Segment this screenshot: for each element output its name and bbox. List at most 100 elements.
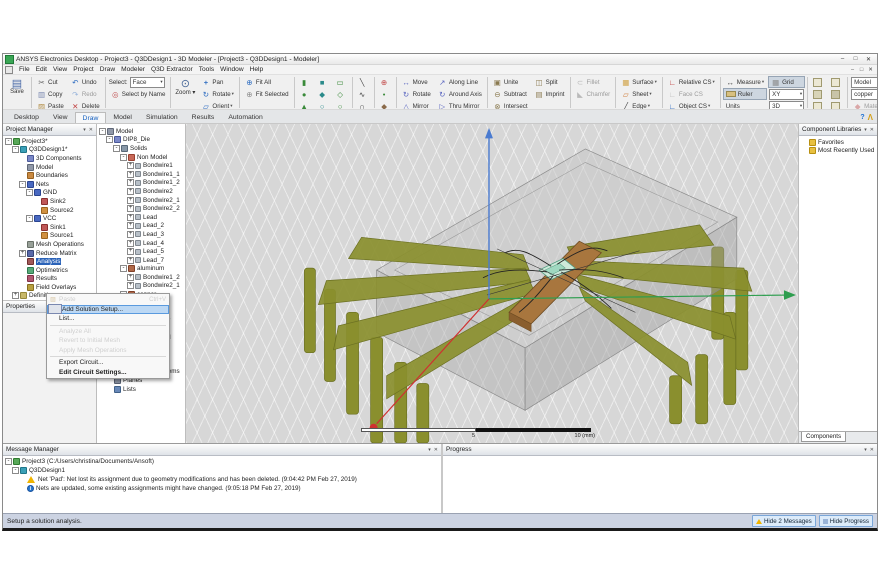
expand-icon[interactable]: + bbox=[127, 256, 134, 264]
project-tree-item[interactable]: - Q3DDesign1* bbox=[3, 146, 96, 155]
unite-button[interactable]: Unite bbox=[490, 76, 531, 88]
draw-torus-button[interactable] bbox=[315, 88, 332, 100]
panel-menu-icon[interactable]: ▾ bbox=[864, 447, 867, 453]
message-item[interactable]: - Project3 (C:/Users/christina/Documents/… bbox=[3, 457, 441, 466]
collapse-icon[interactable]: - bbox=[5, 458, 12, 465]
redo-button[interactable]: Redo bbox=[68, 88, 103, 100]
edit-circuit-settings-menu-item[interactable]: Edit Circuit Settings... bbox=[47, 368, 169, 378]
chamfer-button[interactable]: Chamfer bbox=[573, 88, 614, 100]
menu-modeler[interactable]: Modeler bbox=[118, 66, 148, 73]
model-tree-item[interactable]: + Bondwire1_2 bbox=[97, 273, 185, 282]
menu-edit[interactable]: Edit bbox=[33, 66, 50, 73]
project-tree-item[interactable]: - Project3* bbox=[3, 137, 96, 146]
object-type-combo[interactable]: Model▾ bbox=[850, 76, 877, 88]
model-tree-item[interactable]: + Lead_3 bbox=[97, 230, 185, 239]
draw-ellipse-button[interactable] bbox=[333, 88, 350, 100]
cut-button[interactable]: Cut bbox=[34, 76, 67, 88]
help-icon[interactable]: ? bbox=[860, 114, 864, 121]
paste-button[interactable]: Paste bbox=[34, 100, 67, 110]
menu-help[interactable]: Help bbox=[247, 66, 267, 73]
object-cs-button[interactable]: Object CS▾ bbox=[665, 100, 718, 110]
message-item[interactable]: Net 'Pad': Net lost its assignment due t… bbox=[3, 475, 441, 484]
panel-menu-icon[interactable]: ▾ bbox=[83, 127, 86, 133]
tab-simulation[interactable]: Simulation bbox=[139, 112, 185, 123]
model-tree-item[interactable]: + Lead bbox=[97, 213, 185, 222]
select-by-name-button[interactable]: Select by Name bbox=[108, 88, 169, 100]
intersect-button[interactable]: Intersect bbox=[490, 100, 531, 110]
minimize-button[interactable]: – bbox=[836, 55, 849, 63]
panel-close-icon[interactable]: ✕ bbox=[434, 447, 438, 453]
sweep-button[interactable] bbox=[377, 100, 394, 109]
viewport-3d[interactable]: 5 10 (mm) bbox=[186, 124, 798, 443]
mdi-close-button[interactable]: ✕ bbox=[866, 67, 875, 73]
draw-cylinder-button[interactable] bbox=[297, 88, 314, 100]
units-button[interactable]: Units bbox=[723, 100, 767, 110]
orient-button[interactable]: Orient▾ bbox=[198, 100, 237, 110]
panel-menu-icon[interactable]: ▾ bbox=[864, 127, 867, 133]
material-combo[interactable]: copper▾ bbox=[850, 88, 877, 100]
project-tree-item[interactable]: Analysis bbox=[3, 257, 96, 266]
view-iso-button[interactable] bbox=[810, 76, 827, 88]
model-tree-item[interactable]: - Solids bbox=[97, 144, 185, 153]
model-tree-item[interactable]: + Bondwire2_1 bbox=[97, 196, 185, 205]
project-tree-item[interactable]: - Nets bbox=[3, 180, 96, 189]
collapse-icon[interactable]: - bbox=[113, 144, 120, 152]
tab-automation[interactable]: Automation bbox=[221, 112, 269, 123]
expand-icon[interactable]: + bbox=[19, 249, 26, 257]
expand-icon[interactable]: + bbox=[127, 230, 134, 238]
save-button[interactable]: Save bbox=[5, 76, 29, 96]
expand-icon[interactable]: + bbox=[127, 273, 134, 281]
surface-button[interactable]: Surface▾ bbox=[618, 76, 660, 88]
expand-icon[interactable]: + bbox=[127, 248, 134, 256]
delete-button[interactable]: Delete bbox=[68, 100, 103, 110]
draw-point-button[interactable] bbox=[377, 76, 394, 88]
draw-line-button[interactable] bbox=[355, 76, 372, 88]
fillet-button[interactable]: Fillet bbox=[573, 76, 614, 88]
expand-icon[interactable]: + bbox=[127, 196, 134, 204]
project-tree-item[interactable]: + Reduce Matrix bbox=[3, 249, 96, 258]
view-back-button[interactable] bbox=[828, 76, 845, 88]
mirror-button[interactable]: Mirror bbox=[399, 100, 434, 110]
project-tree-item[interactable]: 3D Components bbox=[3, 154, 96, 163]
sheet-button[interactable]: Sheet▾ bbox=[618, 88, 660, 100]
revert-initial-mesh-menu-item[interactable]: Revert to Initial Mesh bbox=[47, 336, 169, 346]
edge-button[interactable]: Edge▾ bbox=[618, 100, 660, 110]
collapse-icon[interactable]: - bbox=[12, 467, 19, 474]
view-top-button[interactable] bbox=[810, 88, 827, 100]
model-tree-item[interactable]: + Bondwire2 bbox=[97, 187, 185, 196]
rotate-view-button[interactable]: Rotate▾ bbox=[198, 88, 237, 100]
menu-window[interactable]: Window bbox=[217, 66, 246, 73]
view-left-button[interactable] bbox=[828, 88, 845, 100]
view-front-button[interactable] bbox=[810, 100, 827, 109]
undo-button[interactable]: Undo bbox=[68, 76, 103, 88]
collapse-icon[interactable]: - bbox=[99, 127, 106, 135]
draw-plane-button[interactable] bbox=[377, 88, 394, 100]
draw-circle-button[interactable] bbox=[333, 100, 350, 109]
expand-icon[interactable]: + bbox=[127, 239, 134, 247]
model-tree-item[interactable]: Lists bbox=[97, 385, 185, 394]
expand-icon[interactable]: + bbox=[127, 179, 134, 187]
message-item[interactable]: - Q3DDesign1 bbox=[3, 466, 441, 475]
expand-icon[interactable]: + bbox=[127, 222, 134, 230]
tab-draw[interactable]: Draw bbox=[74, 112, 107, 123]
export-circuit-menu-item[interactable]: Export Circuit... bbox=[47, 358, 169, 368]
collapse-icon[interactable]: - bbox=[106, 136, 113, 144]
model-tree-item[interactable]: + Bondwire2_1 bbox=[97, 282, 185, 291]
project-tree-item[interactable]: Boundaries bbox=[3, 171, 96, 180]
project-tree-item[interactable]: Source2 bbox=[3, 206, 96, 215]
list-menu-item[interactable]: List... bbox=[47, 314, 169, 324]
expand-icon[interactable]: + bbox=[127, 187, 134, 195]
expand-icon[interactable]: + bbox=[127, 170, 134, 178]
tab-model[interactable]: Model bbox=[106, 112, 139, 123]
collapse-icon[interactable]: - bbox=[19, 180, 26, 188]
analyze-all-menu-item[interactable]: Analyze All bbox=[47, 327, 169, 337]
collapse-icon[interactable]: - bbox=[5, 137, 12, 145]
fit-selected-button[interactable]: Fit Selected bbox=[242, 88, 292, 100]
close-button[interactable]: ✕ bbox=[862, 55, 875, 63]
panel-close-icon[interactable]: ✕ bbox=[89, 127, 93, 133]
project-tree-item[interactable]: Source1 bbox=[3, 232, 96, 241]
project-tree-item[interactable]: Field Overlays bbox=[3, 283, 96, 292]
split-button[interactable]: Split bbox=[532, 76, 568, 88]
dimension-combo[interactable]: 3D ▾ bbox=[768, 100, 805, 109]
expand-icon[interactable]: + bbox=[12, 292, 19, 300]
